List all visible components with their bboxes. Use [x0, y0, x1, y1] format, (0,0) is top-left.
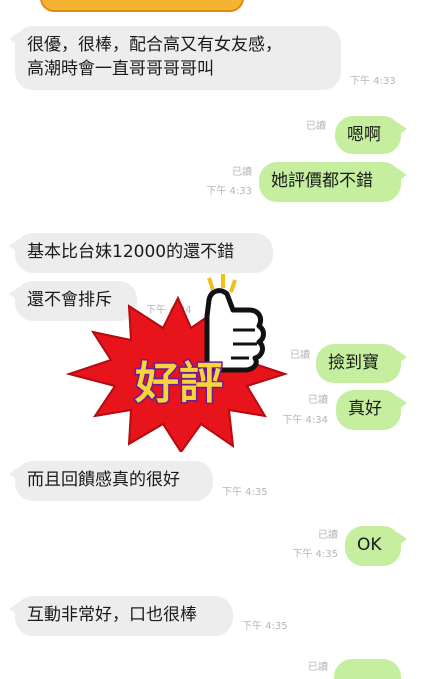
incoming-message[interactable]: 而且回饋感真的很好: [9, 461, 213, 501]
message-timestamp: 下午 4:33: [350, 76, 396, 87]
read-receipt: 已讀: [308, 662, 328, 673]
incoming-message[interactable]: 互動非常好，口也很棒: [9, 596, 233, 636]
outgoing-message-partial[interactable]: [334, 659, 401, 679]
read-receipt: 已讀: [306, 121, 326, 132]
outgoing-message[interactable]: 她評價都不錯: [259, 162, 407, 202]
read-receipt: 已讀: [318, 530, 338, 541]
incoming-message[interactable]: 基本比台妹12000的還不錯: [9, 233, 273, 273]
message-timestamp: 下午 4:35: [242, 621, 288, 632]
sticker-text: 好評: [134, 358, 223, 409]
thumbs-up-review-sticker: 好評: [63, 270, 293, 454]
outgoing-message[interactable]: 嗯啊: [335, 116, 407, 154]
read-receipt: 已讀: [308, 395, 328, 406]
read-receipt: 已讀: [290, 350, 310, 361]
top-banner-fragment: [40, 0, 244, 12]
outgoing-message[interactable]: 撿到寶: [316, 344, 407, 383]
message-timestamp: 下午 4:34: [282, 415, 328, 426]
outgoing-message[interactable]: OK: [345, 526, 407, 566]
message-timestamp: 下午 4:35: [222, 487, 268, 498]
outgoing-message[interactable]: 真好: [336, 390, 407, 430]
message-timestamp: 下午 4:33: [206, 186, 252, 197]
message-timestamp: 下午 4:35: [292, 549, 338, 560]
thumbs-up-icon: [204, 274, 266, 373]
incoming-message[interactable]: 很優，很棒，配合高又有女友感， 高潮時會一直哥哥哥哥叫: [9, 26, 341, 90]
read-receipt: 已讀: [232, 167, 252, 178]
